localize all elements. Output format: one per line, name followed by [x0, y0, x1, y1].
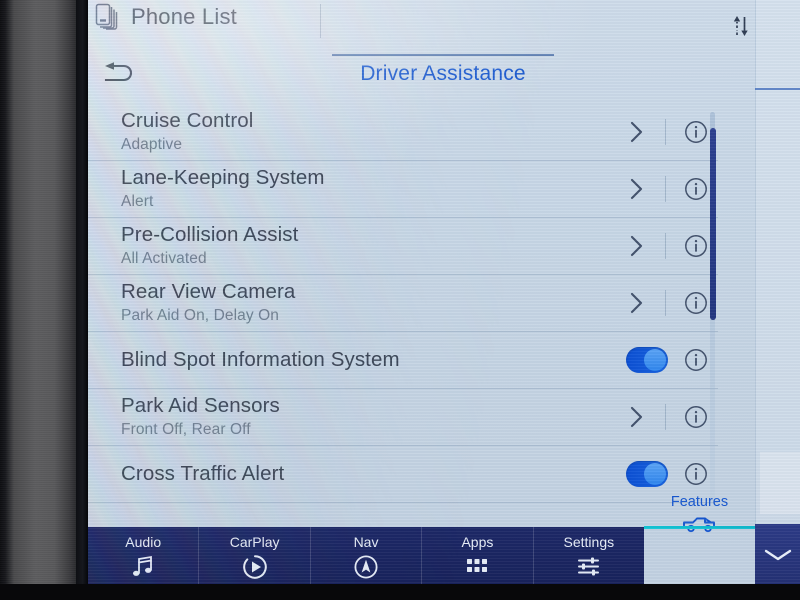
toggle-knob: [644, 463, 666, 485]
control-divider: [665, 119, 666, 145]
grid-apps-icon: [464, 554, 490, 580]
control-divider: [665, 176, 666, 202]
nav-item-nav[interactable]: Nav: [311, 527, 423, 586]
list-item[interactable]: Lane-Keeping System Alert: [88, 161, 718, 218]
list-item-controls: [615, 275, 718, 331]
list-item-subtitle: Alert: [121, 193, 154, 211]
data-transfer-icon: [733, 14, 750, 38]
play-circle-icon: [242, 554, 268, 580]
list-item-title: Lane-Keeping System: [121, 166, 325, 190]
list-item-text-group: Pre-Collision Assist All Activated: [121, 218, 298, 274]
dashboard-bezel-left: [0, 0, 88, 600]
right-panel-accent-line: [755, 88, 800, 90]
chevron-right-icon[interactable]: [615, 161, 657, 217]
list-item-controls: [626, 332, 718, 388]
list-item-title: Blind Spot Information System: [121, 347, 400, 371]
list-item-text-group: Lane-Keeping System Alert: [121, 161, 325, 217]
chevron-down-icon: [763, 547, 793, 563]
list-item-subtitle: Park Aid On, Delay On: [121, 307, 280, 325]
features-tab-label: Features: [670, 494, 729, 510]
list-item-controls: [615, 104, 718, 160]
list-item-title: Cross Traffic Alert: [121, 461, 285, 485]
bottom-navigation-bar: Audio CarPlay Nav Apps Settings: [88, 527, 644, 586]
chevron-right-icon[interactable]: [615, 218, 657, 274]
music-note-icon: [130, 554, 156, 580]
nav-item-audio[interactable]: Audio: [88, 527, 200, 586]
back-button[interactable]: [98, 58, 142, 90]
list-item-subtitle: Front Off, Rear Off: [121, 421, 251, 439]
list-item-title: Park Aid Sensors: [121, 394, 280, 418]
list-item-controls: [615, 218, 718, 274]
info-icon: [685, 178, 707, 200]
chevron-right-icon[interactable]: [615, 275, 657, 331]
list-item[interactable]: Cross Traffic Alert: [88, 446, 718, 503]
nav-item-label: CarPlay: [229, 533, 280, 550]
dashboard-bezel-bottom: [0, 584, 800, 600]
list-item-controls: [615, 389, 718, 445]
list-item-title: Rear View Camera: [121, 280, 296, 304]
chevron-right-icon[interactable]: [615, 389, 657, 445]
title-rule: [332, 54, 554, 56]
features-tab-active-indicator: [644, 526, 755, 529]
toggle-wrapper: [626, 461, 668, 487]
infotainment-screen: Phone List Driver Assistance Cruise Cont…: [88, 0, 800, 586]
page-header: Driver Assistance: [88, 52, 800, 98]
info-icon: [685, 349, 707, 371]
phone-list-label: Phone List: [131, 4, 237, 29]
info-icon: [685, 292, 707, 314]
toggle-knob: [644, 349, 666, 371]
chevron-right-icon[interactable]: [615, 104, 657, 160]
nav-item-carplay[interactable]: CarPlay: [199, 527, 311, 586]
phone-list-icon: [94, 2, 120, 32]
page-title-wrap: Driver Assistance: [328, 54, 558, 86]
list-item-text-group: Blind Spot Information System: [121, 332, 400, 388]
list-item[interactable]: Rear View Camera Park Aid On, Delay On: [88, 275, 718, 332]
info-icon: [685, 406, 707, 428]
list-item-text-group: Cruise Control Adaptive: [121, 104, 253, 160]
phone-list-indicator[interactable]: Phone List: [94, 2, 237, 32]
list-item-controls: [615, 161, 718, 217]
scrollbar-thumb[interactable]: [710, 128, 716, 320]
status-bar-divider: [320, 4, 321, 38]
list-item-text-group: Rear View Camera Park Aid On, Delay On: [121, 275, 295, 331]
list-item[interactable]: Cruise Control Adaptive: [88, 104, 718, 161]
list-item-title: Cruise Control: [121, 109, 254, 133]
nav-item-label: Audio: [125, 533, 162, 550]
compass-icon: [353, 554, 379, 580]
toggle-switch[interactable]: [626, 347, 668, 373]
right-panel-placeholder: [760, 452, 800, 514]
control-divider: [665, 290, 666, 316]
expand-panel-button[interactable]: [755, 524, 800, 586]
toggle-wrapper: [626, 347, 668, 373]
list-item[interactable]: Pre-Collision Assist All Activated: [88, 218, 718, 275]
list-item-subtitle: All Activated: [121, 250, 207, 268]
nav-item-label: Apps: [461, 533, 494, 550]
list-item-text-group: Cross Traffic Alert: [121, 446, 284, 502]
control-divider: [665, 404, 666, 430]
nav-item-label: Settings: [563, 533, 615, 550]
info-icon: [685, 463, 707, 485]
control-divider: [665, 233, 666, 259]
sliders-icon: [576, 554, 602, 580]
list-item[interactable]: Park Aid Sensors Front Off, Rear Off: [88, 389, 718, 446]
toggle-switch[interactable]: [626, 461, 668, 487]
status-bar: Phone List: [88, 0, 800, 46]
info-icon: [685, 235, 707, 257]
list-item[interactable]: Blind Spot Information System: [88, 332, 718, 389]
page-title: Driver Assistance: [360, 62, 526, 85]
info-icon: [685, 121, 707, 143]
vehicle-icon: [680, 514, 720, 534]
bezel-edge: [76, 0, 88, 600]
nav-item-label: Nav: [353, 533, 379, 550]
settings-list: Cruise Control Adaptive Lane-Keeping Syste…: [88, 104, 718, 503]
list-item-text-group: Park Aid Sensors Front Off, Rear Off: [121, 389, 280, 445]
list-item-title: Pre-Collision Assist: [121, 223, 299, 247]
nav-item-apps[interactable]: Apps: [422, 527, 534, 586]
list-item-subtitle: Adaptive: [121, 136, 183, 154]
nav-item-settings[interactable]: Settings: [534, 527, 644, 586]
